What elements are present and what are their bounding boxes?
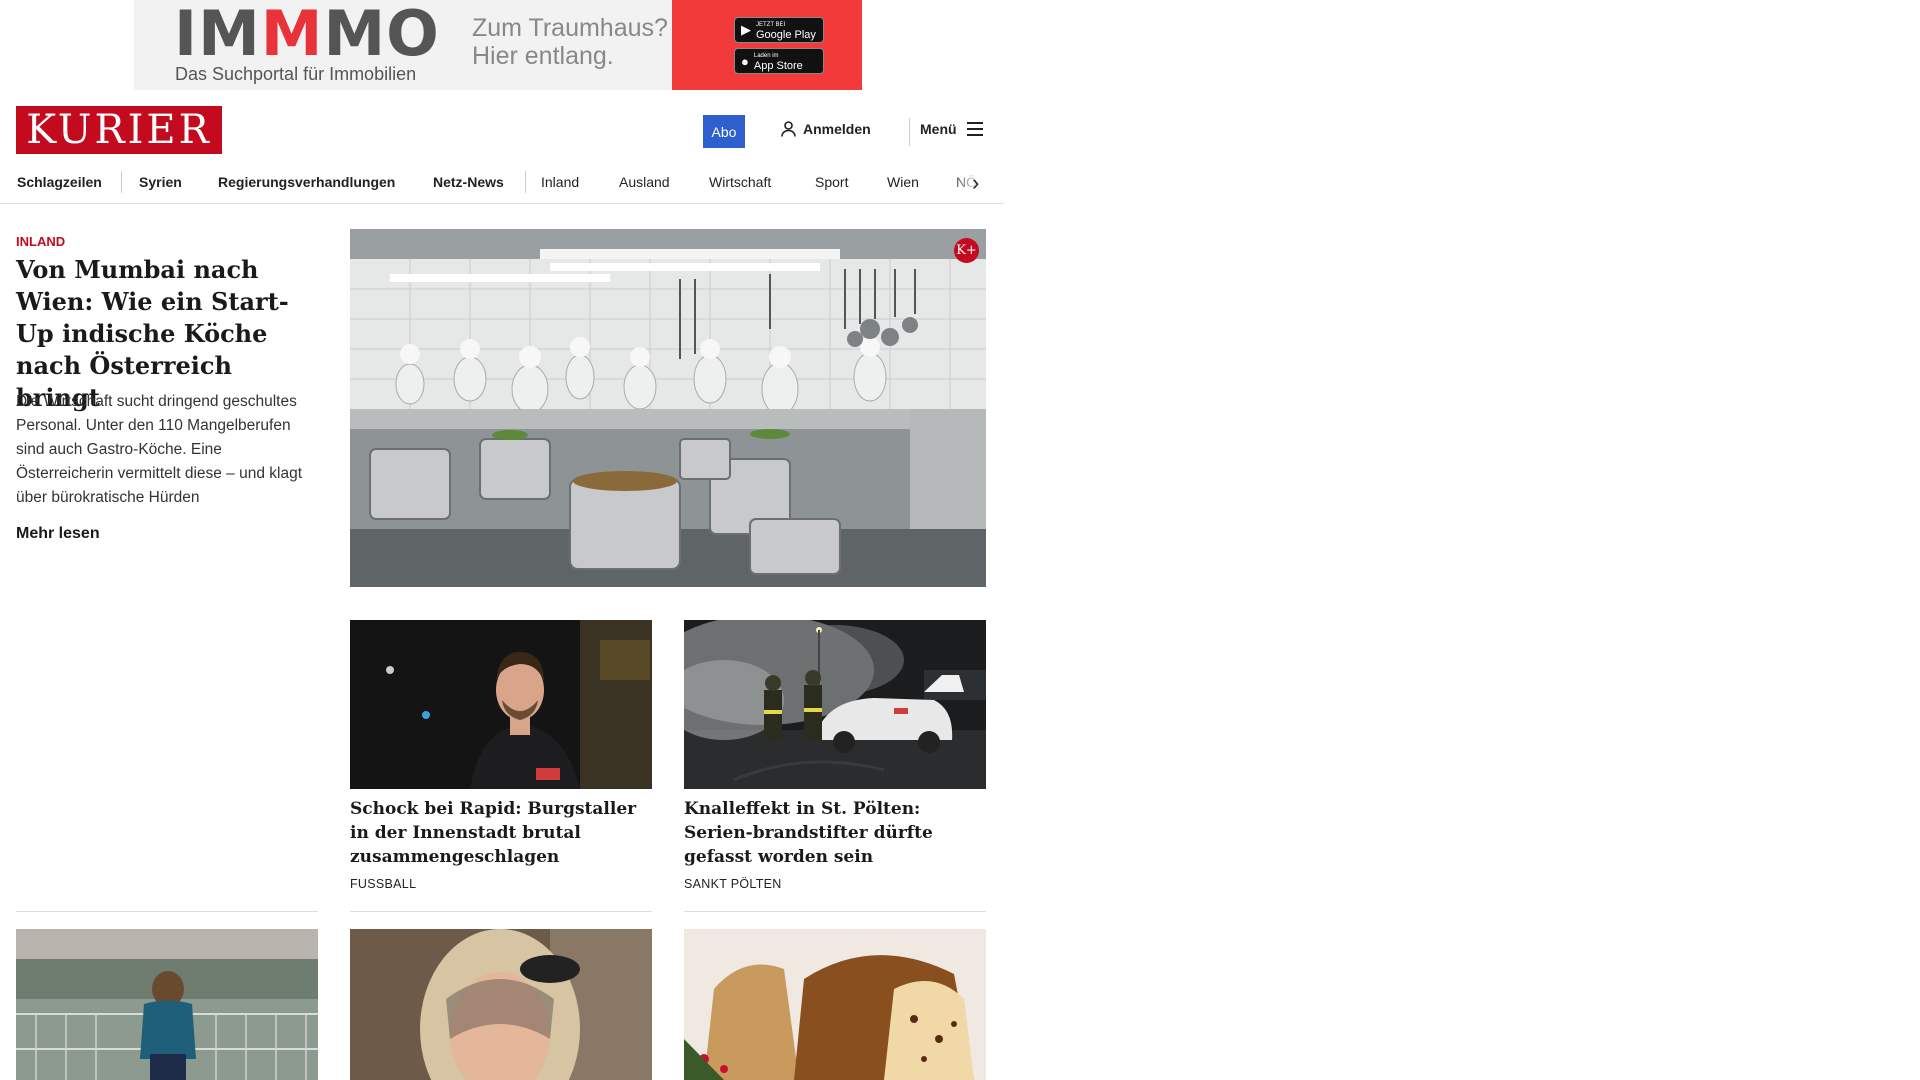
abo-button[interactable]: Abo <box>703 115 745 148</box>
column-divider <box>16 911 318 912</box>
card-image-woman-veil[interactable] <box>350 929 652 1080</box>
nav-item-schlagzeilen[interactable]: Schlagzeilen <box>17 170 102 194</box>
kitchen-photo <box>350 229 986 587</box>
menu-label: Menü <box>920 121 957 137</box>
hamburger-icon <box>966 122 983 136</box>
card-category-sankt-poelten[interactable]: SANKT PÖLTEN <box>684 877 782 891</box>
card-category-fussball[interactable]: FUSSBALL <box>350 877 416 891</box>
card-image-rapid[interactable] <box>350 620 652 789</box>
card-divider <box>684 911 986 912</box>
section-navigation: Schlagzeilen Syrien Regierungsverhandlun… <box>0 164 1004 204</box>
login-label: Anmelden <box>803 121 871 137</box>
login-button[interactable]: Anmelden <box>781 121 871 137</box>
read-more-link[interactable]: Mehr lesen <box>16 525 100 543</box>
card-image-walking-person[interactable] <box>16 929 318 1080</box>
nav-scroll-right-icon[interactable]: › <box>972 168 979 198</box>
google-play-button[interactable]: ▶ JETZT BEI Google Play <box>734 17 824 43</box>
nav-item-sport[interactable]: Sport <box>815 170 848 194</box>
header-divider <box>909 118 910 146</box>
lead-image[interactable] <box>350 229 986 587</box>
kurier-logo[interactable]: KURIER <box>16 106 222 154</box>
nav-item-ausland[interactable]: Ausland <box>619 170 670 194</box>
card-headline-st-poelten[interactable]: Knalleffekt in St. Pölten: Serien-brands… <box>684 797 984 869</box>
nav-item-inland[interactable]: Inland <box>541 170 579 194</box>
user-icon <box>781 121 796 137</box>
ad-logo: IMMMO <box>174 0 440 70</box>
firefighters-photo <box>684 620 986 789</box>
menu-button[interactable]: Menü <box>920 121 983 137</box>
panettone-photo <box>684 929 986 1080</box>
nav-item-wirtschaft[interactable]: Wirtschaft <box>709 170 771 194</box>
apple-icon: ● <box>741 53 749 69</box>
kplus-premium-badge: K+ <box>954 238 979 263</box>
lead-teaser: Die Wirtschaft sucht dringend geschultes… <box>16 393 303 506</box>
rapid-photo <box>350 620 652 789</box>
ad-brand-panel: IMMMO Das Suchportal für Immobilien Zum … <box>134 0 672 90</box>
card-image-panettone[interactable] <box>684 929 986 1080</box>
nav-item-regierungsverhandlungen[interactable]: Regierungsverhandlungen <box>218 170 395 194</box>
ad-store-panel: ▶ JETZT BEI Google Play ● Laden im App S… <box>672 0 862 90</box>
nav-divider <box>121 171 122 193</box>
ad-subtitle: Das Suchportal für Immobilien <box>175 64 417 84</box>
card-image-st-poelten[interactable] <box>684 620 986 789</box>
nav-divider <box>525 171 526 193</box>
card-headline-rapid[interactable]: Schock bei Rapid: Burgstaller in der Inn… <box>350 797 650 869</box>
advertisement-banner[interactable]: IMMMO Das Suchportal für Immobilien Zum … <box>134 0 862 90</box>
play-store-icon: ▶ <box>741 22 751 37</box>
nav-item-netz-news[interactable]: Netz-News <box>433 170 504 194</box>
card-divider <box>350 911 652 912</box>
woman-photo <box>350 929 652 1080</box>
park-photo <box>16 929 318 1080</box>
lead-category[interactable]: INLAND <box>16 234 65 249</box>
nav-item-syrien[interactable]: Syrien <box>139 170 182 194</box>
app-store-button[interactable]: ● Laden im App Store <box>734 48 824 74</box>
ad-slogan: Zum Traumhaus? Hier entlang. <box>472 14 668 70</box>
nav-item-wien[interactable]: Wien <box>887 170 919 194</box>
